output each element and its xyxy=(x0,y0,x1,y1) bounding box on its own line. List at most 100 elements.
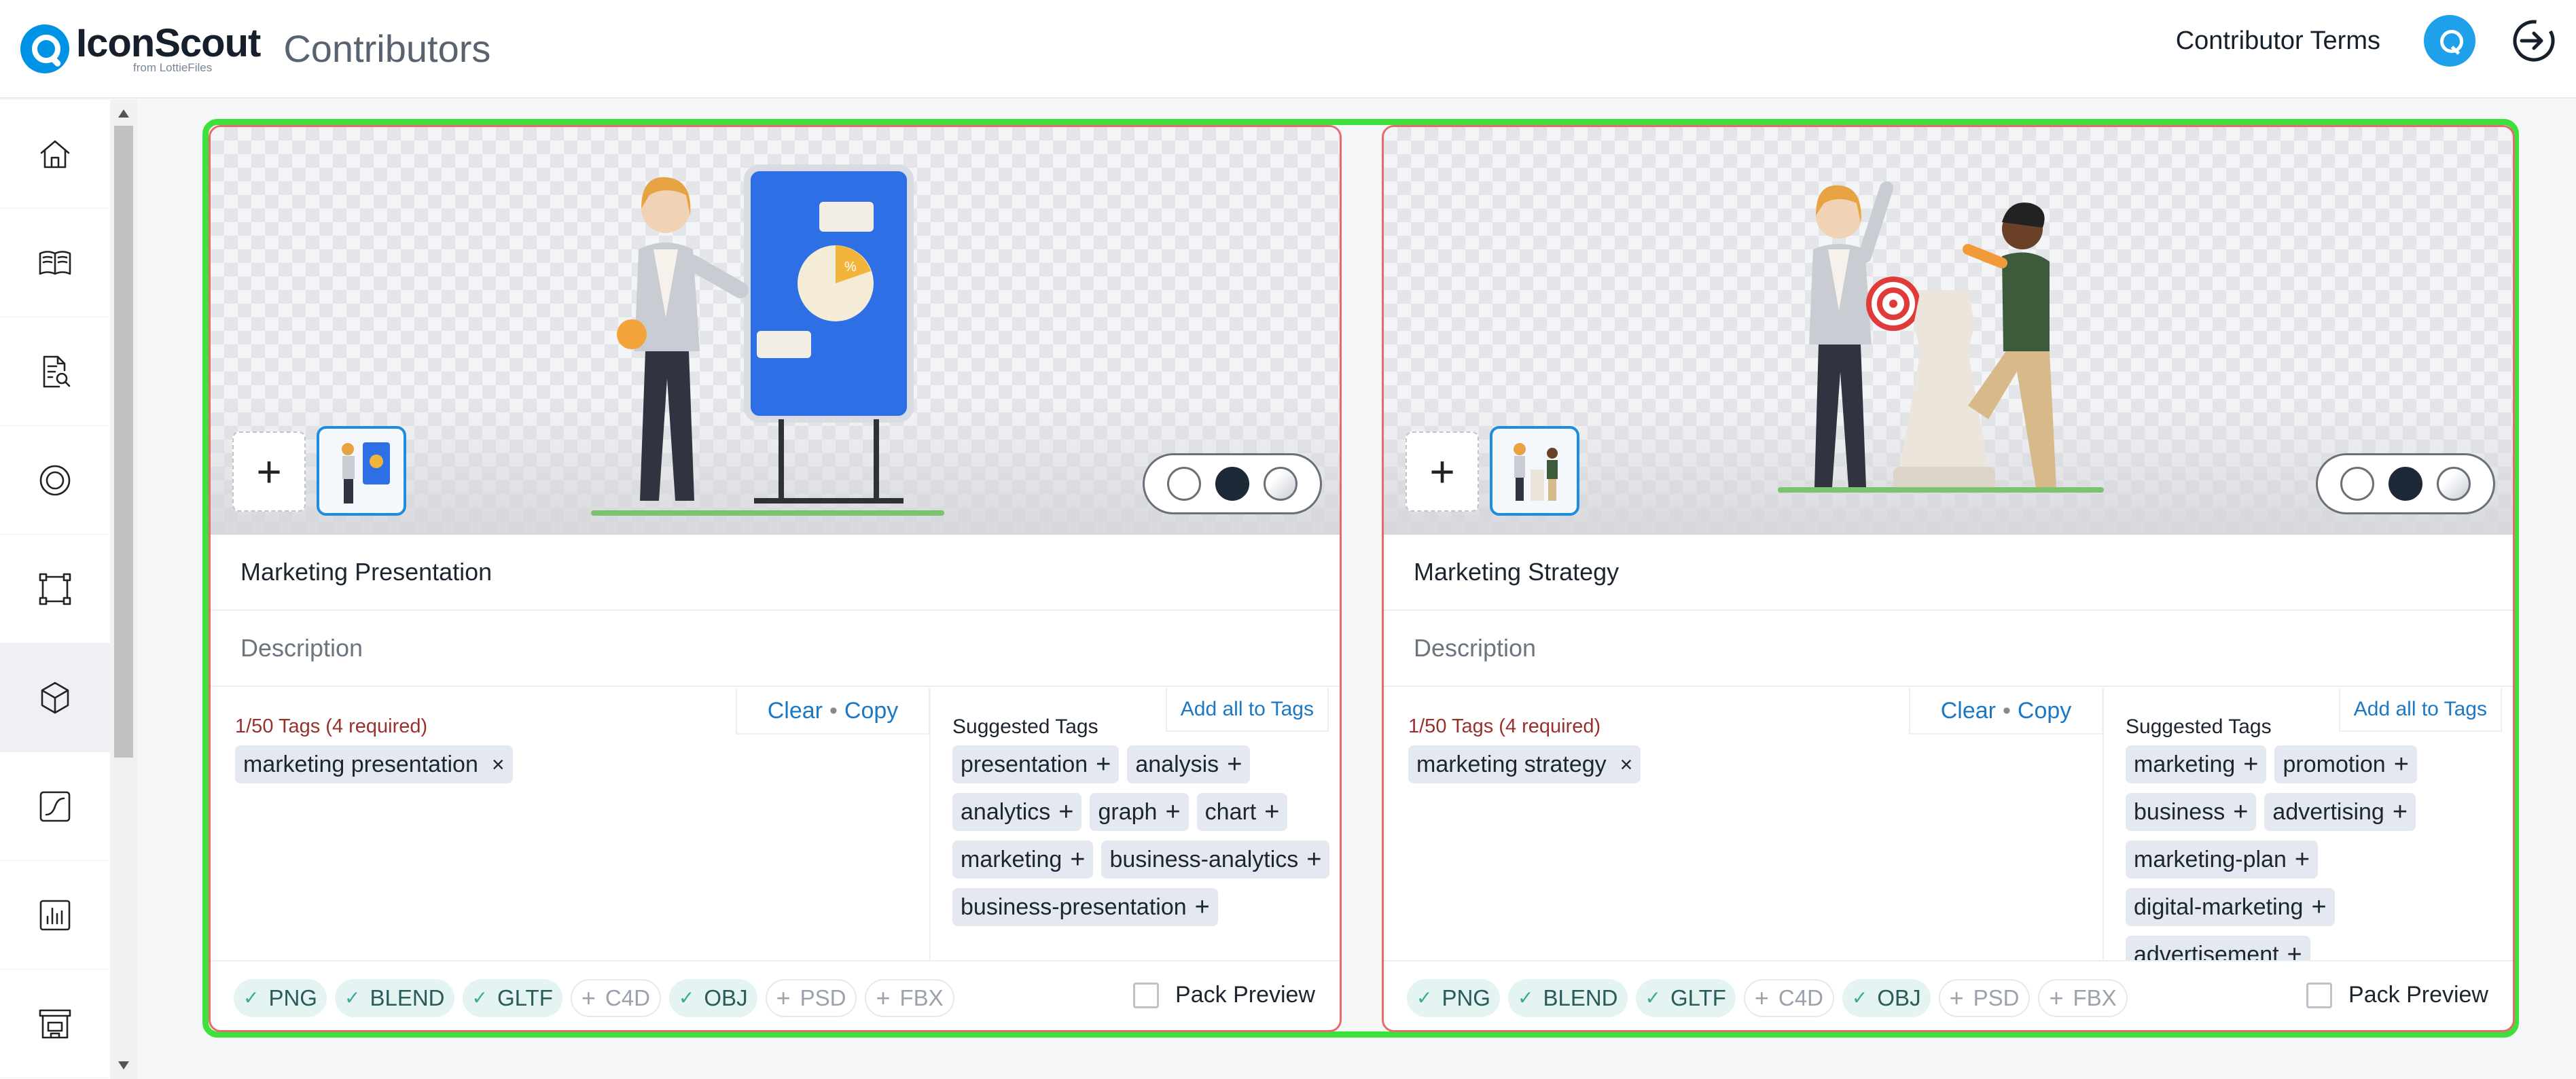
asset-title-field[interactable]: Marketing Strategy xyxy=(1384,535,2513,611)
vector-icon xyxy=(39,573,71,605)
format-psd[interactable]: + PSD xyxy=(765,978,857,1017)
suggested-tag[interactable]: analytics + xyxy=(952,793,1082,831)
format-gltf[interactable]: ✓ GLTF xyxy=(1635,978,1736,1017)
variant-thumbnail[interactable] xyxy=(1490,426,1579,516)
add-tag-icon: + xyxy=(1096,750,1111,779)
format-blend[interactable]: ✓ BLEND xyxy=(1507,978,1628,1017)
iconscout-logo[interactable]: IconScout from LottieFiles xyxy=(20,15,261,83)
applied-tag: marketing presentation × xyxy=(235,745,513,783)
suggested-tag[interactable]: chart + xyxy=(1196,793,1288,831)
format-png[interactable]: ✓ PNG xyxy=(234,978,327,1017)
sidebar-item-lottie[interactable] xyxy=(0,426,110,535)
add-variant-button[interactable]: + xyxy=(232,431,306,512)
tag-count: 1/50 Tags (4 required) xyxy=(235,715,428,737)
clear-tags-button[interactable]: Clear xyxy=(1941,698,1996,724)
sidebar-item-3d[interactable] xyxy=(0,643,110,752)
sidebar-item-book[interactable] xyxy=(0,209,110,317)
logout-icon[interactable] xyxy=(2509,16,2558,65)
3d-cube-icon xyxy=(41,682,69,713)
variant-thumbnail[interactable] xyxy=(317,426,406,516)
tags-editor: 1/50 Tags (4 required) Clear • Copy mark… xyxy=(1384,688,2104,960)
add-tag-icon: + xyxy=(2311,893,2327,921)
add-tag-icon: + xyxy=(1070,845,1086,874)
sidebar-item-documents[interactable] xyxy=(0,317,110,426)
sidebar-scrollbar[interactable] xyxy=(110,100,137,1079)
add-tag-icon: + xyxy=(1165,798,1181,826)
transparent-bg-option[interactable] xyxy=(1264,467,1298,501)
suggested-tag[interactable]: advertising + xyxy=(2264,793,2416,831)
copy-tags-button[interactable]: Copy xyxy=(2018,698,2071,724)
format-c4d[interactable]: + C4D xyxy=(570,978,661,1017)
suggested-tag[interactable]: business-presentation + xyxy=(952,888,1218,926)
sidebar-item-animations[interactable] xyxy=(0,752,110,861)
sidebar-item-home[interactable] xyxy=(0,100,110,209)
white-bg-option[interactable] xyxy=(2340,467,2374,501)
check-icon: ✓ xyxy=(243,987,260,1008)
suggested-tag[interactable]: presentation + xyxy=(952,745,1120,783)
top-bar: IconScout from LottieFiles Contributors … xyxy=(0,0,2576,99)
format-fbx[interactable]: + FBX xyxy=(2038,978,2128,1017)
scroll-thumb[interactable] xyxy=(114,126,133,758)
dark-bg-option[interactable] xyxy=(1215,467,1249,501)
transparent-bg-option[interactable] xyxy=(2437,467,2471,501)
suggested-tag[interactable]: analysis + xyxy=(1127,745,1251,783)
check-icon: ✓ xyxy=(1416,987,1433,1008)
plus-icon: + xyxy=(1949,983,1964,1012)
format-c4d[interactable]: + C4D xyxy=(1743,978,1834,1017)
format-obj[interactable]: ✓ OBJ xyxy=(1842,978,1931,1017)
pack-preview-label: Pack Preview xyxy=(2348,982,2488,1008)
sidebar-item-stats[interactable] xyxy=(0,861,110,970)
search-icon[interactable] xyxy=(2424,15,2475,67)
applied-tag: marketing strategy × xyxy=(1408,745,1641,783)
add-variant-button[interactable]: + xyxy=(1406,431,1479,512)
tag-count: 1/50 Tags (4 required) xyxy=(1408,715,1601,737)
background-switcher xyxy=(2316,453,2495,514)
suggested-tag[interactable]: marketing + xyxy=(2126,745,2267,783)
format-obj[interactable]: ✓ OBJ xyxy=(668,978,757,1017)
suggested-tags-label: Suggested Tags xyxy=(952,715,1098,738)
logo-sub: from LottieFiles xyxy=(133,61,213,74)
sidebar-item-vectors[interactable] xyxy=(0,535,110,643)
description-field[interactable]: Description xyxy=(211,611,1340,687)
format-blend[interactable]: ✓ BLEND xyxy=(334,978,454,1017)
pack-preview-checkbox[interactable] xyxy=(2306,982,2333,1008)
white-bg-option[interactable] xyxy=(1166,467,1201,501)
suggested-tag[interactable]: digital-marketing + xyxy=(2126,888,2335,926)
remove-tag-icon[interactable]: × xyxy=(1620,752,1633,777)
main-content: % + Marketing Presentation Description 1… xyxy=(137,100,2576,1079)
clear-tags-button[interactable]: Clear xyxy=(768,698,823,724)
format-fbx[interactable]: + FBX xyxy=(865,978,954,1017)
format-psd[interactable]: + PSD xyxy=(1938,978,2031,1017)
check-icon: ✓ xyxy=(471,987,488,1008)
dark-bg-option[interactable] xyxy=(2388,467,2422,501)
suggested-tag[interactable]: business-analytics + xyxy=(1101,841,1330,879)
plus-icon: + xyxy=(876,983,891,1012)
add-all-tags-button[interactable]: Add all to Tags xyxy=(2338,688,2502,732)
suggested-tag[interactable]: graph + xyxy=(1090,793,1189,831)
plus-icon: + xyxy=(1754,983,1769,1012)
tags-editor: 1/50 Tags (4 required) Clear • Copy mark… xyxy=(211,688,931,960)
suggested-tag[interactable]: marketing-plan + xyxy=(2126,841,2319,879)
add-tag-icon: + xyxy=(2287,940,2302,960)
svg-text:%: % xyxy=(844,260,857,275)
format-png[interactable]: ✓ PNG xyxy=(1407,978,1500,1017)
scroll-down-arrow[interactable] xyxy=(118,1061,129,1069)
add-tag-icon: + xyxy=(1194,893,1210,921)
description-field[interactable]: Description xyxy=(1384,611,2513,687)
asset-card-1[interactable]: % + Marketing Presentation Description 1… xyxy=(209,125,1342,1032)
suggested-tag[interactable]: business + xyxy=(2126,793,2257,831)
pack-preview-checkbox[interactable] xyxy=(1133,982,1160,1008)
suggested-tag[interactable]: marketing + xyxy=(952,841,1094,879)
scroll-up-arrow[interactable] xyxy=(118,109,129,118)
add-all-tags-button[interactable]: Add all to Tags xyxy=(1165,688,1329,732)
asset-card-2[interactable]: + Marketing Strategy Description 1/50 Ta… xyxy=(1382,125,2515,1032)
suggested-tag[interactable]: promotion + xyxy=(2274,745,2417,783)
asset-title-field[interactable]: Marketing Presentation xyxy=(211,535,1340,611)
copy-tags-button[interactable]: Copy xyxy=(844,698,898,724)
remove-tag-icon[interactable]: × xyxy=(492,752,505,777)
suggested-tag[interactable]: advertisement + xyxy=(2126,936,2310,960)
format-gltf[interactable]: ✓ GLTF xyxy=(462,978,562,1017)
add-tag-icon: + xyxy=(2243,750,2259,779)
sidebar-item-shop[interactable] xyxy=(0,970,110,1078)
contributor-terms-link[interactable]: Contributor Terms xyxy=(2176,26,2380,56)
